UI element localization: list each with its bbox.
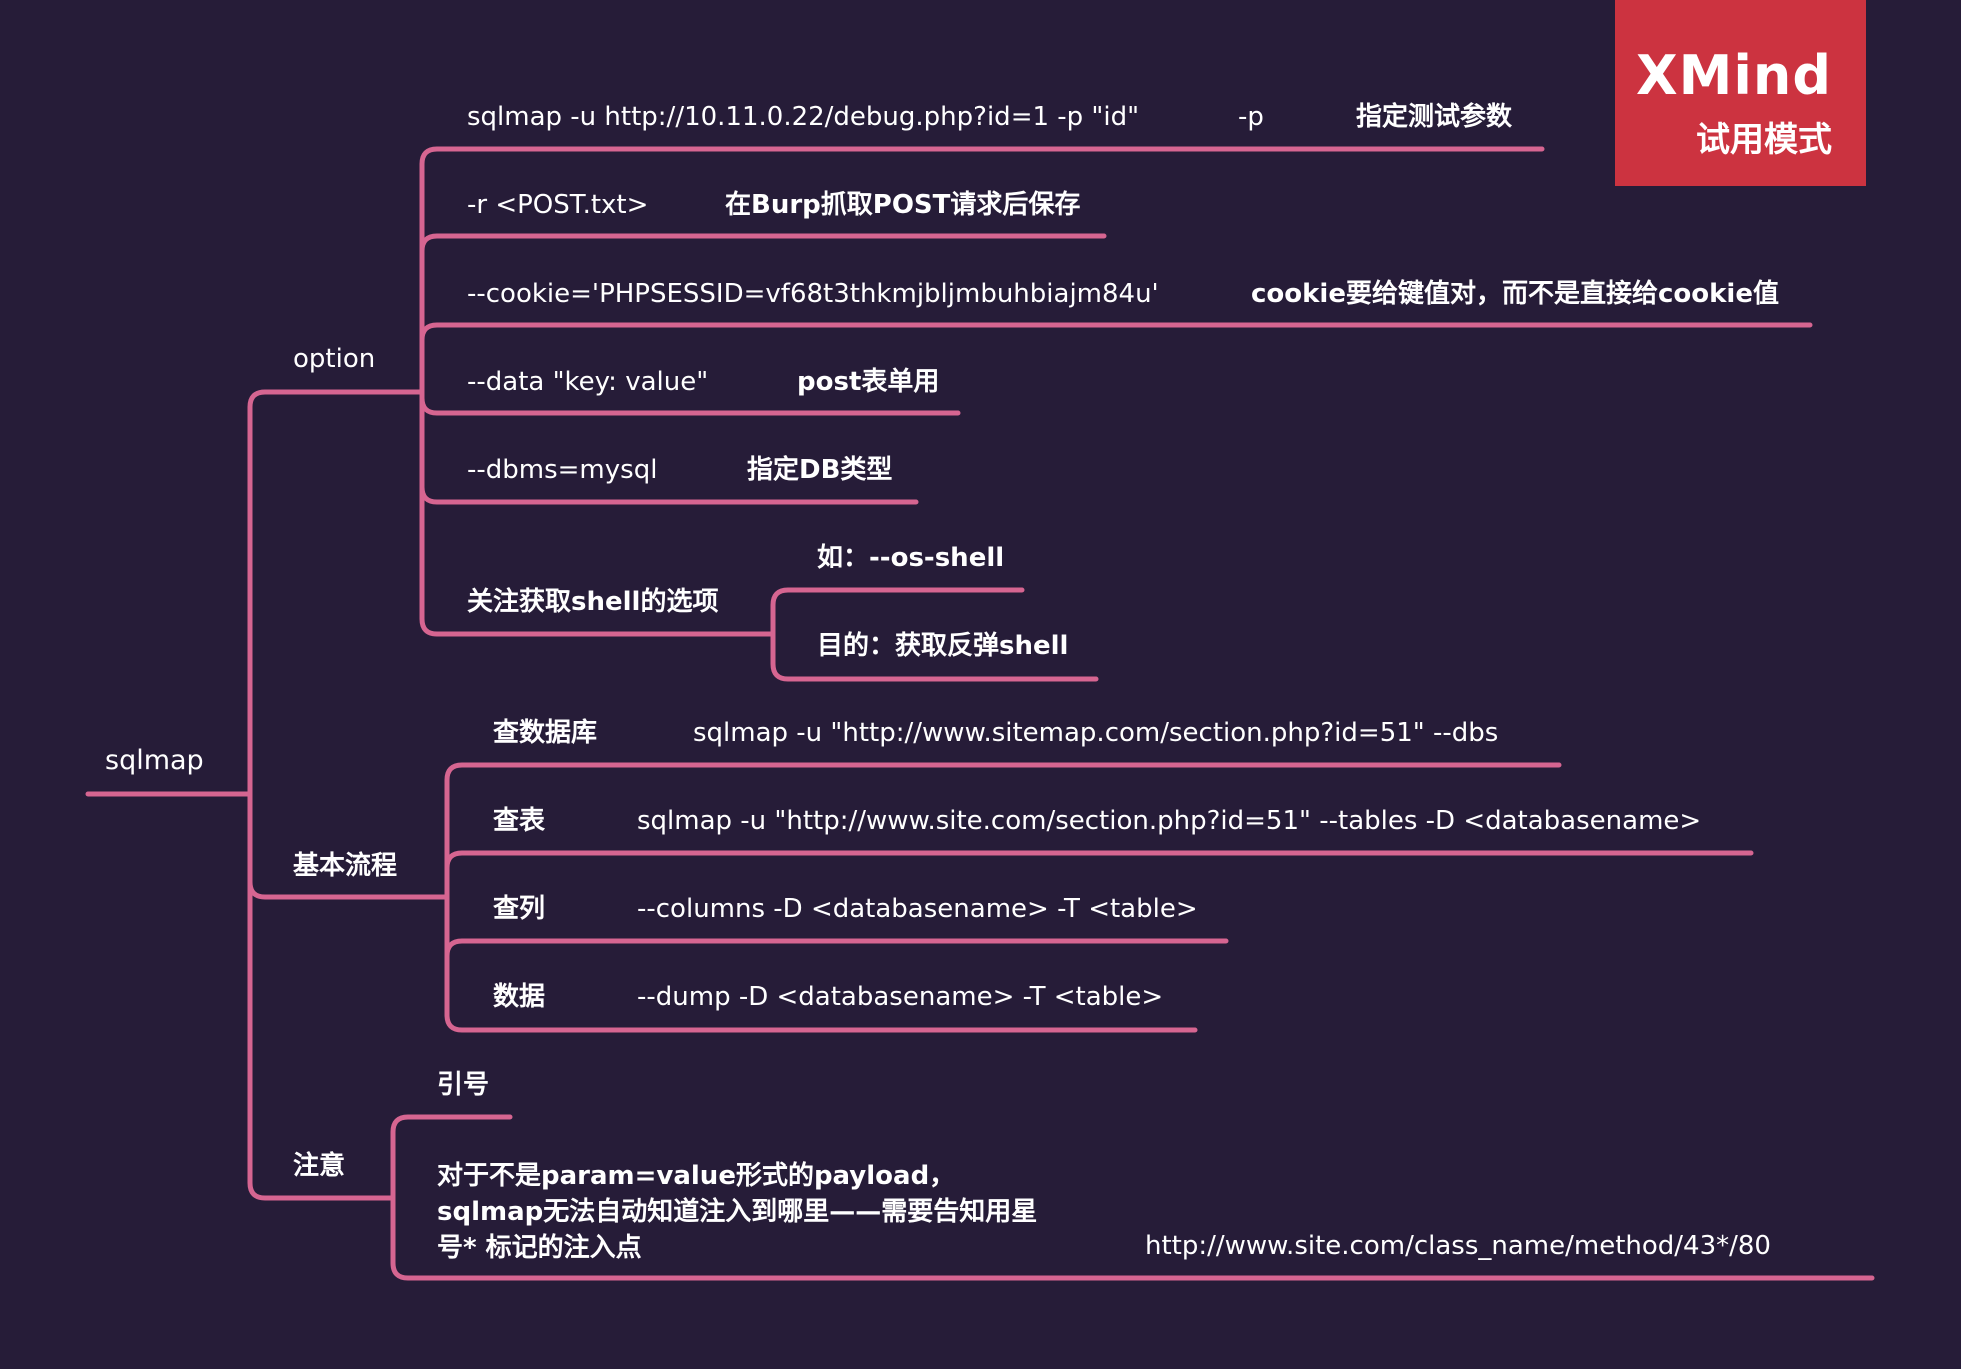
notes-quote[interactable]: 引号 [437,1070,489,1100]
option-cookie-desc[interactable]: cookie要给键值对，而不是直接给cookie值 [1251,279,1779,309]
option-dbms-desc[interactable]: 指定DB类型 [747,455,892,485]
option-r-desc[interactable]: 在Burp抓取POST请求后保存 [725,190,1080,220]
option-topic[interactable]: option [293,344,375,374]
notes-topic[interactable]: 注意 [293,1151,345,1181]
root-connector [247,389,450,1201]
mindmap-canvas: sqlmap option sqlmap -u http://10.11.0.2… [0,0,1961,1369]
flow-step-columns-name[interactable]: 查列 [493,894,545,924]
notes-payload[interactable]: 对于不是param=value形式的payload，sqlmap无法自动知道注入… [437,1158,1047,1266]
flow-step-dbs-name[interactable]: 查数据库 [493,718,597,748]
watermark-mode: 试用模式 [1696,120,1832,160]
option-data-command[interactable]: --data "key: value" [467,367,708,397]
option-p-desc[interactable]: 指定测试参数 [1356,102,1512,132]
flow-topic[interactable]: 基本流程 [293,851,397,881]
option-cookie-command[interactable]: --cookie='PHPSESSID=vf68t3thkmjbljmbuhbi… [467,279,1159,309]
option-shell-example[interactable]: 如：--os-shell [817,543,1004,573]
option-p-command[interactable]: sqlmap -u http://10.11.0.22/debug.php?id… [467,102,1139,132]
option-dbms-command[interactable]: --dbms=mysql [467,455,657,485]
flow-step-tables-command[interactable]: sqlmap -u "http://www.site.com/section.p… [637,806,1701,836]
option-r-command[interactable]: -r <POST.txt> [467,190,648,220]
flow-step-columns-command[interactable]: --columns -D <databasename> -T <table> [637,894,1198,924]
notes-example-url[interactable]: http://www.site.com/class_name/method/43… [1145,1231,1771,1261]
flow-step-dump-name[interactable]: 数据 [493,982,545,1012]
option-p-flag[interactable]: -p [1238,102,1264,132]
flow-step-dump-command[interactable]: --dump -D <databasename> -T <table> [637,982,1163,1012]
xmind-trial-watermark: XMind 试用模式 [1615,0,1866,186]
root-topic[interactable]: sqlmap [105,746,204,776]
flow-step-dbs-command[interactable]: sqlmap -u "http://www.sitemap.com/sectio… [693,718,1498,748]
option-shell-topic[interactable]: 关注获取shell的选项 [467,587,718,617]
option-shell-purpose[interactable]: 目的：获取反弹shell [817,631,1068,661]
flow-step-tables-name[interactable]: 查表 [493,806,545,836]
option-data-desc[interactable]: post表单用 [797,367,939,397]
watermark-brand: XMind [1636,44,1832,107]
